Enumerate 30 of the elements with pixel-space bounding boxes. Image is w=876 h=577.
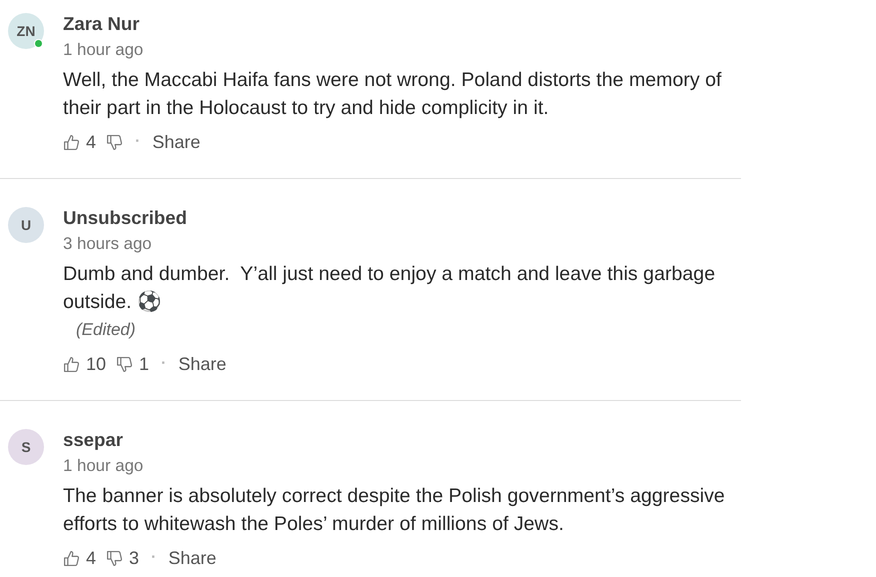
separator-dot: ·: [161, 355, 166, 373]
share-link[interactable]: Share: [152, 132, 200, 152]
share-link[interactable]: Share: [168, 548, 216, 568]
avatar-initials: ZN: [16, 23, 36, 39]
thumbs-up-icon[interactable]: [63, 550, 80, 566]
thumbs-up-icon[interactable]: [63, 134, 80, 150]
comment-time: 3 hours ago: [63, 234, 152, 253]
comment-text: Well, the Maccabi Haifa fans were not wrong. Poland distorts the memory of their part in the Holocaust to try and hide complicity in it.: [63, 68, 723, 121]
thumbs-up-icon[interactable]: [63, 356, 80, 372]
author-name[interactable]: Unsubscribed: [63, 207, 187, 228]
avatar-initials: S: [21, 439, 31, 455]
comment-time: 1 hour ago: [63, 456, 144, 475]
edited-note: (Edited): [76, 319, 136, 341]
dislike-count: 1: [139, 354, 150, 374]
thumbs-down-icon[interactable]: [106, 134, 124, 150]
separator-dot: ·: [135, 133, 140, 151]
avatar-initials: U: [20, 217, 32, 233]
dislike-count: 3: [129, 548, 140, 568]
like-count: 4: [86, 548, 96, 568]
author-name[interactable]: Zara Nur: [63, 13, 140, 34]
thumbs-down-icon[interactable]: [106, 550, 124, 566]
comment-text: The banner is absolutely correct despite the Polish government’s aggressive efforts to whitewash the Poles’ murder of millions of Jews.: [63, 484, 726, 537]
share-link[interactable]: Share: [178, 354, 226, 374]
author-name[interactable]: ssepar: [63, 429, 123, 450]
like-count: 10: [86, 354, 106, 374]
like-count: 4: [86, 132, 96, 152]
comment-time: 1 hour ago: [63, 40, 144, 59]
thumbs-down-icon[interactable]: [116, 356, 134, 372]
comment-text: Dumb and dumber. Y’all just need to enjoy a match and leave this garbage outside. ⚽: [63, 262, 716, 315]
separator-dot: ·: [151, 549, 156, 567]
